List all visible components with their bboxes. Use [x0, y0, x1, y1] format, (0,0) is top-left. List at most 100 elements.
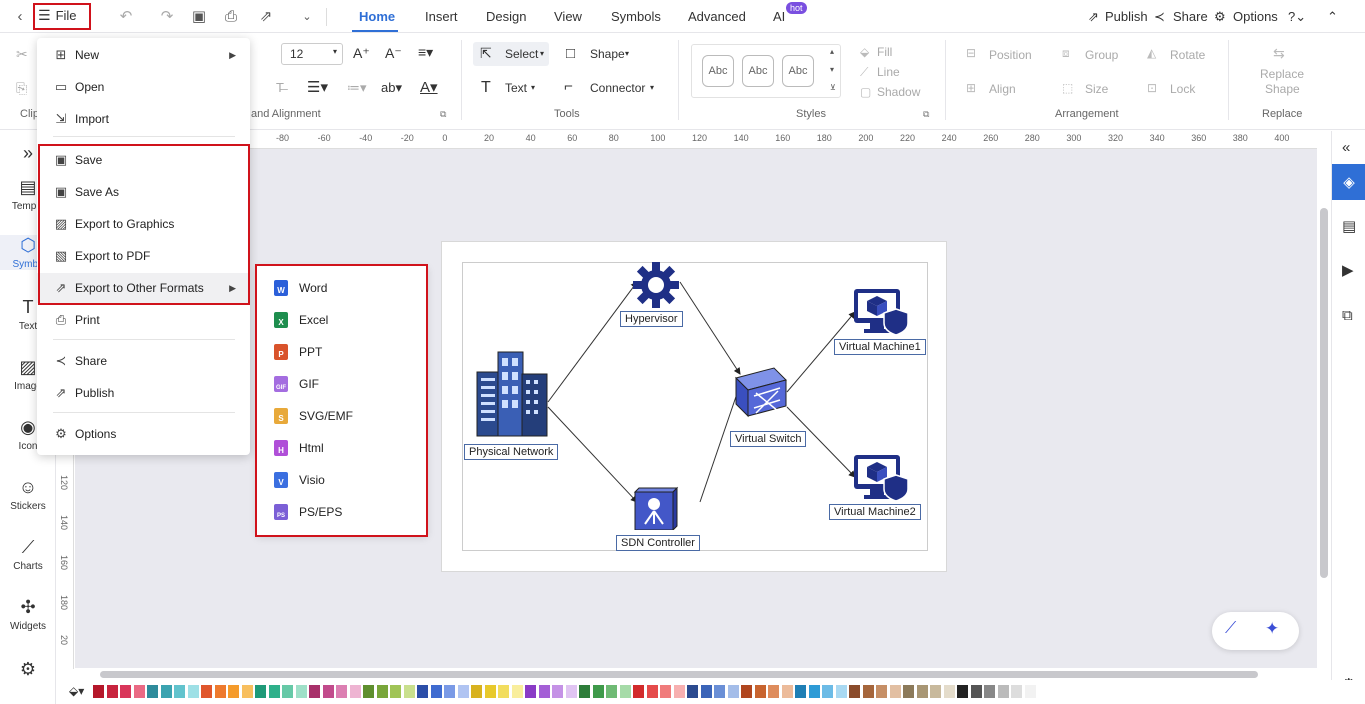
- page-panel-icon[interactable]: ▤: [1342, 217, 1356, 235]
- color-swatch[interactable]: [268, 685, 280, 698]
- line-button[interactable]: Line: [877, 65, 900, 79]
- menu-item-new[interactable]: ⊞ New ▶: [37, 40, 250, 70]
- fill-button[interactable]: Fill: [877, 45, 892, 59]
- font-grow-icon[interactable]: A⁺: [353, 45, 370, 62]
- color-swatch[interactable]: [808, 685, 820, 698]
- share-button[interactable]: Share: [1173, 9, 1208, 24]
- save-icon[interactable]: ▣: [189, 6, 209, 26]
- color-swatch[interactable]: [754, 685, 766, 698]
- color-swatch[interactable]: [133, 685, 145, 698]
- cut-icon[interactable]: ✂: [16, 46, 28, 63]
- color-swatch[interactable]: [201, 685, 212, 698]
- color-swatch[interactable]: [727, 685, 739, 698]
- color-swatch[interactable]: [579, 685, 590, 698]
- color-swatch[interactable]: [795, 685, 806, 698]
- menu-item-import[interactable]: ⇲ Import: [37, 104, 250, 134]
- color-swatch[interactable]: [471, 685, 482, 698]
- connector-tool[interactable]: Connector: [590, 81, 645, 95]
- sparkle-icon[interactable]: ✦: [1265, 619, 1279, 639]
- color-swatch[interactable]: [660, 685, 671, 698]
- text-case-icon[interactable]: ab▾: [381, 80, 402, 96]
- menu-item-publish[interactable]: ⇗ Publish: [37, 378, 250, 408]
- color-swatch[interactable]: [606, 685, 617, 698]
- color-swatch[interactable]: [484, 685, 496, 698]
- color-swatch[interactable]: [187, 685, 199, 698]
- color-swatch[interactable]: [1011, 685, 1022, 698]
- color-swatch[interactable]: [876, 685, 887, 698]
- color-swatch[interactable]: [646, 685, 658, 698]
- color-swatch[interactable]: [322, 685, 334, 698]
- scroll-down-icon[interactable]: ▾: [830, 65, 834, 74]
- color-swatch[interactable]: [862, 685, 874, 698]
- print-icon[interactable]: ⎙: [221, 6, 241, 26]
- hypervisor-gear-icon[interactable]: [632, 262, 680, 308]
- color-swatch[interactable]: [943, 685, 955, 698]
- color-swatch[interactable]: [835, 685, 847, 698]
- color-swatch[interactable]: [889, 685, 901, 698]
- color-swatch[interactable]: [430, 685, 442, 698]
- color-swatch[interactable]: [1024, 685, 1036, 698]
- menu-item-options[interactable]: ⚙ Options: [37, 419, 250, 449]
- style-preset-3[interactable]: Abc: [782, 55, 814, 87]
- menu-item-print[interactable]: ⎙ Print: [37, 305, 250, 335]
- menu-item-open[interactable]: ▭ Open: [37, 72, 250, 102]
- list-icon[interactable]: ≔▾: [347, 80, 367, 96]
- color-swatch[interactable]: [741, 685, 752, 698]
- slideshow-icon[interactable]: ⧉: [1342, 307, 1353, 324]
- color-swatch[interactable]: [120, 685, 131, 698]
- settings-icon[interactable]: ⚙: [0, 659, 56, 683]
- color-swatch[interactable]: [106, 685, 118, 698]
- virtual-machine2-monitor-icon[interactable]: [852, 453, 910, 501]
- color-swatch[interactable]: [984, 685, 995, 698]
- menu-item-share[interactable]: ≺ Share: [37, 346, 250, 376]
- font-shrink-icon[interactable]: A⁻: [385, 45, 402, 62]
- scroll-up-icon[interactable]: ▴: [830, 47, 834, 56]
- copy-icon[interactable]: ⎘: [16, 80, 27, 97]
- color-swatch[interactable]: [538, 685, 550, 698]
- sdn-controller-icon[interactable]: [633, 486, 679, 530]
- color-swatch[interactable]: [147, 685, 158, 698]
- tab-view[interactable]: View: [554, 9, 582, 24]
- align-icon[interactable]: ≡▾: [418, 44, 433, 61]
- group-button[interactable]: Group: [1085, 48, 1118, 62]
- color-swatch[interactable]: [457, 685, 469, 698]
- select-tool[interactable]: ⇱ Select ▾: [473, 42, 549, 66]
- position-button[interactable]: Position: [989, 48, 1032, 62]
- shadow-button[interactable]: Shadow: [877, 85, 920, 99]
- replace-shape-label-1[interactable]: Replace: [1260, 67, 1304, 81]
- paint-bucket-icon[interactable]: ⬙▾: [69, 684, 84, 698]
- tab-design[interactable]: Design: [486, 9, 526, 24]
- color-swatch[interactable]: [930, 685, 941, 698]
- style-preset-1[interactable]: Abc: [702, 55, 734, 87]
- color-swatch[interactable]: [565, 685, 577, 698]
- color-swatch[interactable]: [228, 685, 239, 698]
- color-swatch[interactable]: [174, 685, 185, 698]
- help-icon[interactable]: ?⌄: [1288, 9, 1306, 25]
- color-swatch[interactable]: [349, 685, 361, 698]
- color-swatch[interactable]: [957, 685, 968, 698]
- color-swatch[interactable]: [700, 685, 712, 698]
- back-icon[interactable]: ‹: [10, 6, 30, 26]
- options-button[interactable]: Options: [1233, 9, 1278, 24]
- color-swatch[interactable]: [93, 685, 104, 698]
- text-tool[interactable]: Text: [505, 81, 527, 95]
- sidebar-item-charts[interactable]: ⟋ Charts: [0, 537, 56, 572]
- color-swatch[interactable]: [214, 685, 226, 698]
- color-swatch[interactable]: [525, 685, 536, 698]
- tab-ai[interactable]: AI: [773, 9, 785, 24]
- sidebar-item-stickers[interactable]: ☺ Stickers: [0, 477, 56, 512]
- color-swatch[interactable]: [363, 685, 374, 698]
- color-swatch[interactable]: [498, 685, 509, 698]
- rotate-button[interactable]: Rotate: [1170, 48, 1205, 62]
- virtual-switch-icon[interactable]: [734, 366, 788, 418]
- tab-insert[interactable]: Insert: [425, 9, 458, 24]
- lock-button[interactable]: Lock: [1170, 82, 1195, 96]
- font-size-select[interactable]: 12 ▾: [281, 43, 343, 65]
- color-swatch[interactable]: [916, 685, 928, 698]
- color-swatch[interactable]: [781, 685, 793, 698]
- color-swatch[interactable]: [970, 685, 982, 698]
- color-swatch[interactable]: [309, 685, 320, 698]
- tab-symbols[interactable]: Symbols: [611, 9, 661, 24]
- shape-tool[interactable]: Shape: [590, 47, 625, 61]
- collapse-panel-icon[interactable]: «: [1342, 139, 1350, 156]
